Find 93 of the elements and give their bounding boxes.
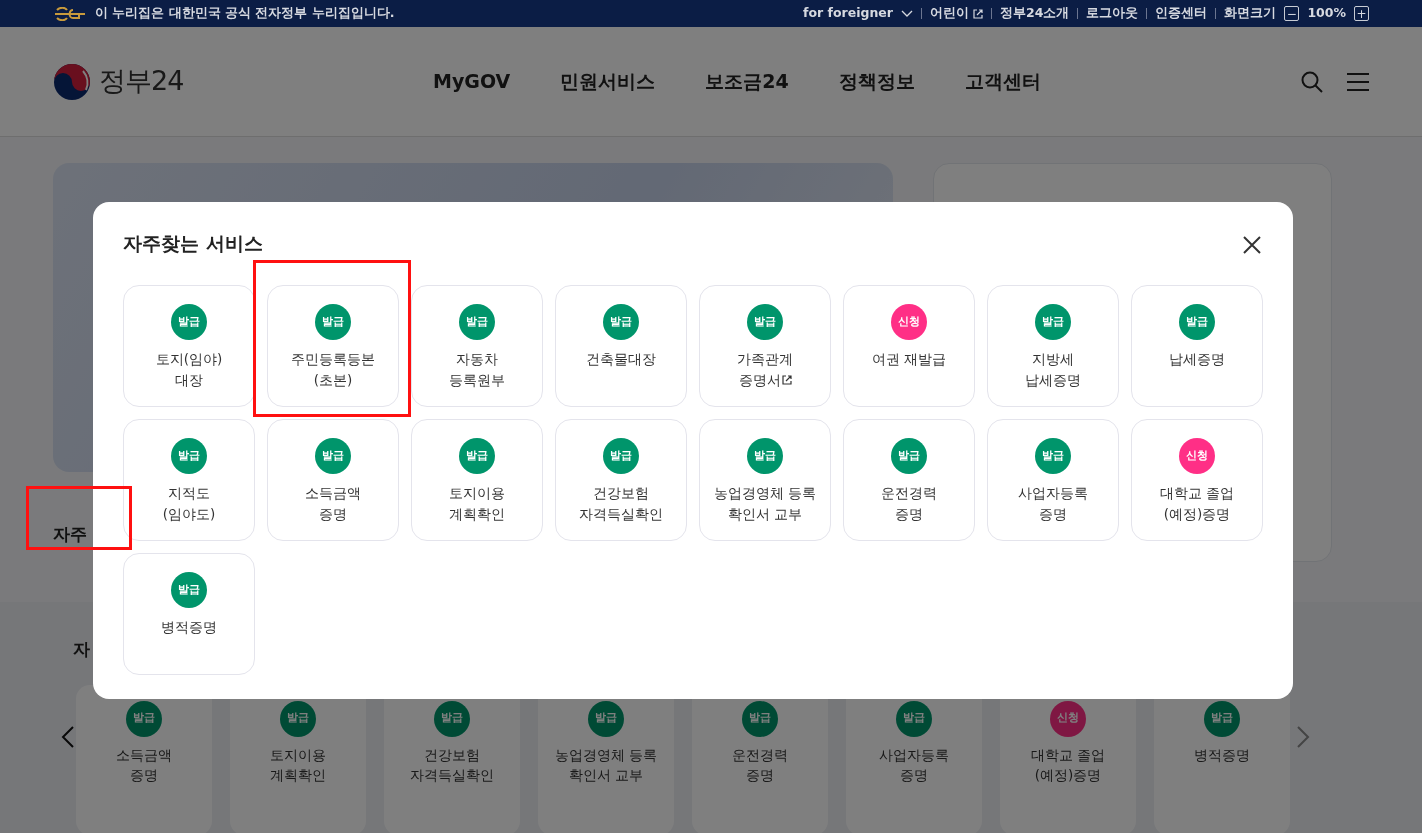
status-badge: 발급 (891, 437, 927, 474)
top-link[interactable]: 인증센터 (1155, 4, 1208, 23)
service-label: 토지이용 계획확인 (449, 483, 505, 525)
nav-link[interactable]: 정책정보 (838, 67, 915, 96)
status-badge: 신청 (1050, 700, 1086, 737)
service-card[interactable]: 발급 토지(임야) 대장 (123, 284, 255, 407)
status-badge: 발급 (1035, 303, 1071, 340)
logo-text[interactable]: 정부24 (99, 61, 184, 102)
service-label: 대학교 졸업 (예정)증명 (1030, 745, 1106, 786)
status-badge: 발급 (315, 437, 351, 474)
service-label: 소득금액 증명 (116, 745, 172, 786)
service-card[interactable]: 발급 지방세 납세증명 (987, 284, 1119, 407)
status-badge: 발급 (896, 700, 932, 737)
service-label: 토지이용 계획확인 (270, 745, 326, 786)
status-badge: 발급 (459, 303, 495, 340)
service-label: 가족관계 증명서 (737, 349, 793, 391)
zoom-label: 화면크기 (1224, 4, 1277, 23)
service-label: 소득금액 증명 (305, 483, 361, 525)
service-label: 토지(임야) 대장 (155, 349, 223, 391)
status-badge: 발급 (171, 303, 207, 340)
dialog-title: 자주찾는 서비스 (123, 232, 263, 255)
service-label: 운전경력 증명 (732, 745, 788, 786)
service-label: 건강보험 자격득실확인 (410, 745, 494, 786)
nav-link[interactable]: 보조금24 (705, 67, 789, 96)
service-label: 사업자등록 증명 (879, 745, 949, 786)
service-label: 병적증명 (161, 617, 217, 637)
zoom-out-button[interactable]: − (1284, 6, 1300, 21)
service-label: 지방세 납세증명 (1025, 349, 1081, 391)
service-label: 농업경영체 등록 확인서 교부 (713, 483, 817, 525)
service-card[interactable]: 발급 지적도 (임야도) (123, 418, 255, 541)
service-label: 여권 재발급 (871, 349, 947, 369)
section-title: 자 (73, 638, 90, 661)
service-label: 건강보험 자격득실확인 (579, 483, 663, 525)
status-badge: 발급 (434, 700, 470, 737)
zoom-in-button[interactable]: + (1354, 6, 1369, 21)
status-badge: 발급 (1179, 303, 1215, 340)
menu-icon[interactable] (1347, 72, 1369, 91)
status-badge: 신청 (1179, 437, 1215, 474)
service-card[interactable]: 발급 사업자등록 증명 (987, 418, 1119, 541)
service-card[interactable]: 발급 농업경영체 등록 확인서 교부 (699, 418, 831, 541)
service-card[interactable]: 발급 건축물대장 (555, 284, 687, 407)
nav-link[interactable]: 민원서비스 (560, 67, 656, 96)
service-label: 농업경영체 등록 확인서 교부 (554, 745, 658, 786)
status-badge: 발급 (747, 437, 783, 474)
top-link[interactable]: 로그아웃 (1086, 4, 1139, 23)
status-badge: 발급 (747, 303, 783, 340)
section-title: 자주 (53, 523, 87, 546)
service-label: 주민등록등본 (초본) (291, 349, 375, 391)
service-label: 운전경력 증명 (881, 483, 937, 525)
chevron-down-icon (900, 9, 913, 18)
service-label: 납세증명 (1169, 349, 1225, 369)
service-card[interactable]: 발급 운전경력 증명 (843, 418, 975, 541)
status-badge: 발급 (742, 700, 778, 737)
emblem-logo-icon (53, 6, 87, 21)
top-link[interactable]: for foreigner (803, 4, 913, 23)
service-card[interactable]: 발급 납세증명 (1131, 284, 1263, 407)
status-badge: 발급 (459, 437, 495, 474)
service-card[interactable]: 발급 가족관계 증명서 (699, 284, 831, 407)
service-card[interactable]: 발급 병적증명 (123, 552, 255, 675)
status-badge: 발급 (280, 700, 316, 737)
status-badge: 발급 (171, 437, 207, 474)
service-card[interactable]: 발급 건강보험 자격득실확인 (555, 418, 687, 541)
service-label: 지적도 (임야도) (162, 483, 216, 525)
status-badge: 발급 (603, 303, 639, 340)
service-card[interactable]: 발급 소득금액 증명 (267, 418, 399, 541)
status-badge: 발급 (315, 303, 351, 340)
search-icon[interactable] (1301, 70, 1323, 93)
status-badge: 발급 (126, 700, 162, 737)
service-label: 병적증명 (1194, 745, 1250, 765)
service-card[interactable]: 발급 토지이용 계획확인 (411, 418, 543, 541)
top-link[interactable]: 정부24소개 (999, 4, 1070, 23)
status-badge: 발급 (603, 437, 639, 474)
status-badge: 발급 (171, 571, 207, 608)
external-link-icon (972, 8, 983, 19)
service-label: 사업자등록 증명 (1018, 483, 1088, 525)
zoom-value: 100% (1307, 4, 1346, 23)
service-card[interactable]: 발급 자동차 등록원부 (411, 284, 543, 407)
nav-link[interactable]: 고객센터 (964, 67, 1041, 96)
service-card[interactable]: 신청 여권 재발급 (843, 284, 975, 407)
service-card[interactable]: 발급 소득금액 증명 (76, 684, 212, 833)
taegeuk-logo-icon (53, 62, 91, 101)
nav-link[interactable]: MyGOV (433, 67, 511, 96)
notice-text: 이 누리집은 대한민국 공식 전자정부 누리집입니다. (95, 4, 395, 23)
service-card[interactable]: 신청 대학교 졸업 (예정)증명 (1131, 418, 1263, 541)
status-badge: 발급 (1035, 437, 1071, 474)
service-label: 건축물대장 (586, 349, 656, 369)
service-card[interactable]: 발급 주민등록등본 (초본) (267, 284, 399, 407)
top-link[interactable]: 어린이 (929, 4, 983, 23)
status-badge: 신청 (891, 303, 927, 340)
status-badge: 발급 (1204, 700, 1240, 737)
status-badge: 발급 (588, 700, 624, 737)
service-label: 자동차 등록원부 (449, 349, 505, 391)
service-label: 대학교 졸업 (예정)증명 (1159, 483, 1235, 525)
